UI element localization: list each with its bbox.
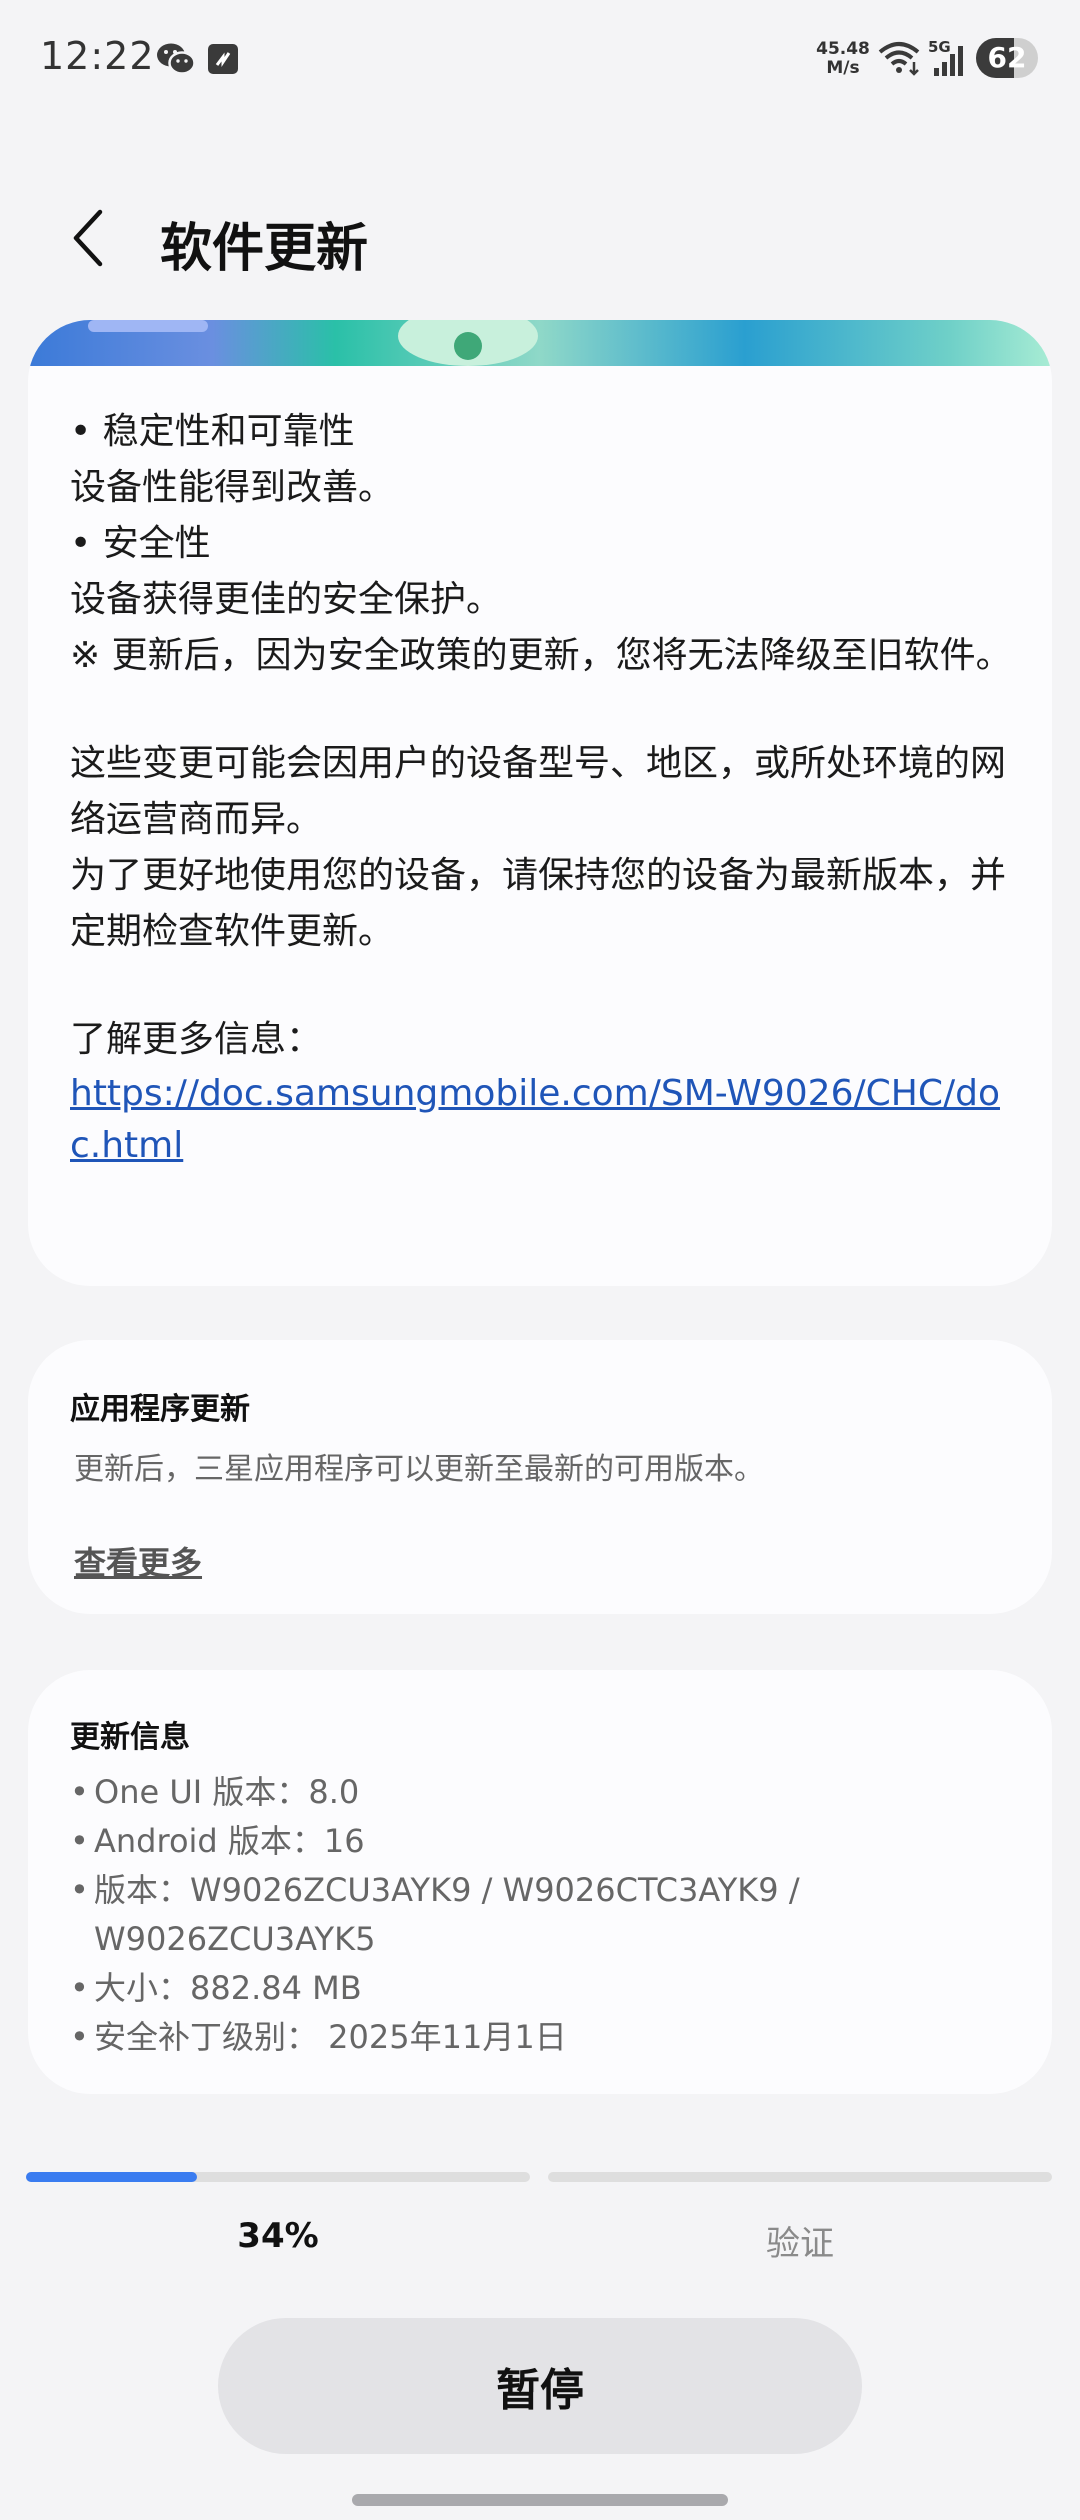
- see-more-link[interactable]: 查看更多: [74, 1538, 202, 1584]
- update-info-list: • One UI 版本：8.0 • Android 版本：16 • 版本：W9026Z…: [70, 1768, 1030, 2062]
- note-line: • 稳定性和可靠性: [70, 411, 355, 452]
- release-notes-text: • 稳定性和可靠性 设备性能得到改善。 • 安全性 设备获得更佳的安全保护。 ※…: [70, 404, 1030, 1172]
- page-title: 软件更新: [160, 219, 369, 279]
- note-line: 了解更多信息：: [70, 1019, 323, 1060]
- net-speed: 45.48 M/s: [808, 40, 878, 78]
- signal-icon: [934, 46, 963, 76]
- verify-progress-bar: [548, 2172, 1052, 2182]
- wechat-icon: [157, 43, 196, 75]
- info-one-ui: • One UI 版本：8.0: [70, 1773, 360, 1811]
- pause-button[interactable]: 暂停: [218, 2318, 862, 2454]
- update-info-card: 更新信息 • One UI 版本：8.0 • Android 版本：16 • 版本：W…: [28, 1670, 1052, 2094]
- app-notification-icon: [208, 44, 238, 74]
- wifi-icon: [878, 42, 920, 76]
- info-version: • 版本：W9026ZCU3AYK9 / W9026CTC3AYK9 /: [70, 1871, 800, 1909]
- net-speed-value: 45.48: [816, 39, 870, 59]
- release-notes-card: • 稳定性和可靠性 设备性能得到改善。 • 安全性 设备获得更佳的安全保护。 ※…: [28, 320, 1052, 1286]
- chevron-left-icon: [73, 209, 103, 267]
- note-line: 这些变更可能会因用户的设备型号、地区，或所处环境的网络运营商而异。: [70, 743, 1007, 840]
- battery-icon: 62: [976, 38, 1038, 78]
- note-line: 设备性能得到改善。: [70, 467, 395, 508]
- note-line: ※ 更新后，因为安全政策的更新，您将无法降级至旧软件。: [70, 635, 1012, 676]
- download-percent-label: 34%: [237, 2216, 319, 2256]
- note-line: • 安全性: [70, 523, 211, 564]
- info-size: • 大小：882.84 MB: [70, 1969, 362, 2007]
- verify-label: 验证: [766, 2224, 834, 2264]
- banner-image: [28, 320, 1052, 366]
- app-updates-heading: 应用程序更新: [70, 1392, 250, 1427]
- download-progress-bar: [26, 2172, 530, 2182]
- home-indicator[interactable]: [352, 2494, 728, 2506]
- note-line: 为了更好地使用您的设备，请保持您的设备为最新版本，并定期检查软件更新。: [70, 855, 1007, 952]
- status-bar: 12:22 45.48 M/s 5G 62: [0, 0, 1080, 120]
- app-updates-description: 更新后，三星应用程序可以更新至最新的可用版本。: [74, 1452, 764, 1487]
- software-update-screen: 12:22 45.48 M/s 5G 62 软件更新 • 稳定性和可靠性 设备性…: [0, 0, 1080, 2520]
- download-progress-fill: [26, 2172, 198, 2182]
- info-security-patch: • 安全补丁级别： 2025年11月1日: [70, 2018, 567, 2056]
- back-button[interactable]: [60, 200, 124, 276]
- battery-level: 62: [987, 41, 1027, 74]
- info-android: • Android 版本：16: [70, 1822, 365, 1860]
- info-version-cont: W9026ZCU3AYK5: [94, 1920, 376, 1958]
- app-updates-card: 应用程序更新 更新后，三星应用程序可以更新至最新的可用版本。 查看更多: [28, 1340, 1052, 1614]
- status-time: 12:22: [40, 34, 155, 78]
- update-info-heading: 更新信息: [70, 1720, 190, 1755]
- net-speed-unit: M/s: [826, 58, 860, 78]
- note-line: 设备获得更佳的安全保护。: [70, 579, 503, 620]
- learn-more-link[interactable]: https://doc.samsungmobile.com/SM-W9026/C…: [70, 1068, 1030, 1172]
